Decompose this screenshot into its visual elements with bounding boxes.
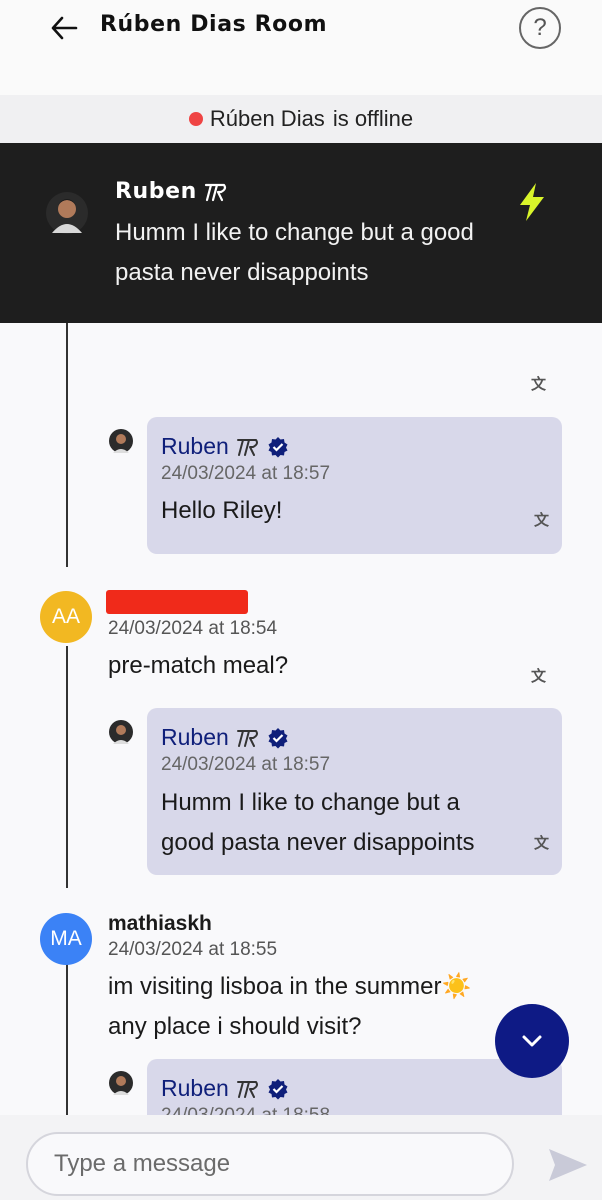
- lightning-bolt-icon: [520, 183, 544, 221]
- reply-timestamp: 24/03/2024 at 18:57: [161, 754, 331, 775]
- message-username: mathiaskh: [108, 912, 212, 935]
- presence-bar: Rúben Dias is offline: [0, 95, 602, 143]
- offline-dot-icon: [188, 112, 203, 126]
- app-header: Rúben Dias Room ?: [0, 0, 602, 95]
- rd-monogram-icon: [204, 183, 227, 201]
- thread-line: [66, 646, 68, 888]
- reply-author: Ruben: [161, 433, 289, 460]
- verified-badge-icon: [268, 1078, 288, 1099]
- ruben-avatar-small: [109, 720, 133, 744]
- rd-monogram-icon: [236, 438, 258, 456]
- reply-text: Humm I like to change but a good pasta n…: [161, 789, 475, 856]
- message-text: pre-match meal?: [108, 652, 289, 679]
- rd-monogram-icon: [236, 1080, 258, 1098]
- translate-icon[interactable]: 文: [531, 665, 553, 687]
- chat-room-page: Rúben Dias Room ? Rúben Dias is offline …: [0, 0, 602, 1200]
- reply-card[interactable]: Ruben 24/03/2024 at 18:57 Hello Riley! 文: [147, 417, 562, 554]
- chevron-down-icon: [522, 1035, 542, 1047]
- reply-author: Ruben: [161, 724, 289, 751]
- help-icon: ?: [533, 14, 547, 41]
- message-thread[interactable]: 文 Ruben 24/03/2024 at 18:57 Hello Riley!…: [0, 323, 602, 1115]
- reply-card[interactable]: Ruben 24/03/2024 at 18:58: [147, 1059, 562, 1115]
- message-input[interactable]: [26, 1132, 514, 1196]
- presence-text: is offline: [332, 106, 414, 131]
- message-text-line2: any place i should visit?: [108, 1013, 362, 1040]
- ruben-avatar-small: [109, 429, 133, 453]
- redacted-username: [106, 590, 248, 614]
- pinned-author: Ruben: [115, 179, 229, 204]
- reply-timestamp: 24/03/2024 at 18:58: [161, 1105, 330, 1115]
- arrow-left-icon: [51, 16, 78, 40]
- reply-author: Ruben: [161, 1075, 289, 1102]
- scroll-to-bottom-button[interactable]: [495, 1004, 569, 1078]
- send-icon[interactable]: [546, 1145, 590, 1185]
- presence-name: Rúben Dias: [209, 106, 325, 131]
- reply-card[interactable]: Ruben 24/03/2024 at 18:57 Humm I like to…: [147, 708, 562, 875]
- thread-line: [66, 323, 68, 567]
- translate-icon[interactable]: 文: [534, 832, 556, 854]
- translate-icon[interactable]: 文: [531, 373, 553, 395]
- message-composer: [0, 1115, 602, 1200]
- reply-timestamp: 24/03/2024 at 18:57: [161, 463, 331, 484]
- back-button[interactable]: [46, 10, 82, 46]
- help-button[interactable]: ?: [519, 7, 561, 49]
- page-title: Rúben Dias Room: [100, 12, 328, 37]
- ruben-avatar: [46, 192, 88, 234]
- avatar: AA: [40, 591, 92, 643]
- message-text: im visiting lisboa in the summer☀️: [108, 973, 472, 1000]
- thread-line: [66, 963, 68, 1115]
- message-timestamp: 24/03/2024 at 18:54: [108, 618, 278, 639]
- rd-monogram-icon: [236, 729, 258, 747]
- translate-icon[interactable]: 文: [534, 509, 556, 531]
- avatar: MA: [40, 913, 92, 965]
- pinned-text: Humm I like to change but a good pasta n…: [115, 219, 474, 286]
- reply-text: Hello Riley!: [161, 497, 283, 524]
- message-timestamp: 24/03/2024 at 18:55: [108, 939, 278, 960]
- verified-badge-icon: [268, 436, 288, 457]
- verified-badge-icon: [268, 727, 288, 748]
- ruben-avatar-small: [109, 1071, 133, 1095]
- pinned-message[interactable]: Ruben Humm I like to change but a good p…: [0, 143, 602, 323]
